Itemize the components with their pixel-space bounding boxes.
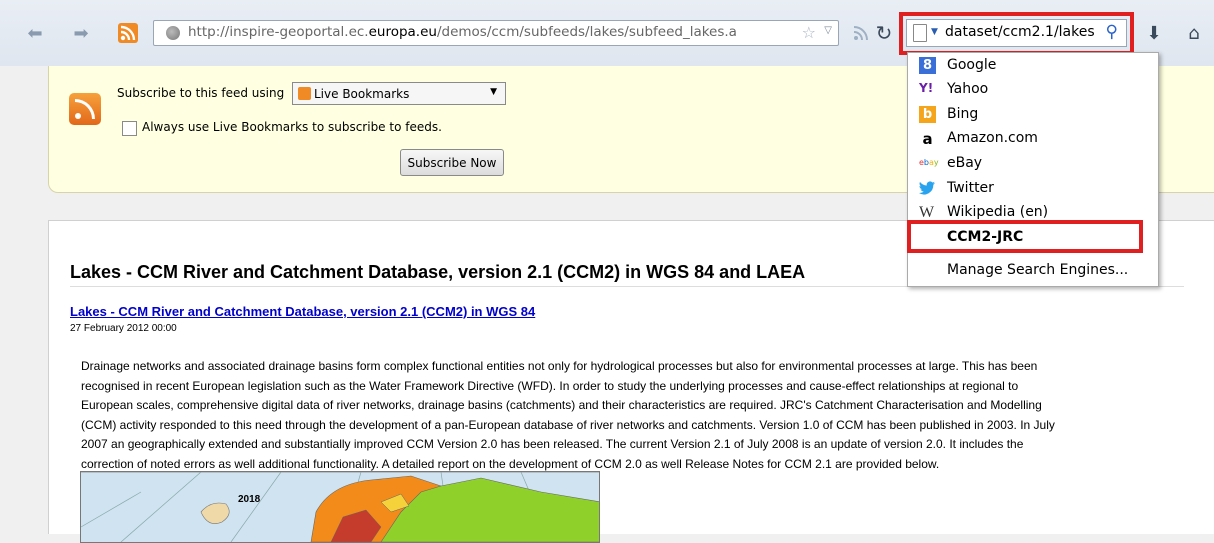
subscribe-label: Subscribe to this feed using xyxy=(117,86,285,100)
home-icon[interactable]: ⌂ xyxy=(1183,22,1205,44)
body-line: European scales, comprehensive digital d… xyxy=(81,398,1042,413)
reader-select-value: Live Bookmarks xyxy=(314,87,410,101)
body-line: recognised in recent European legislatio… xyxy=(81,378,1019,393)
article-body: Drainage networks and associated drainag… xyxy=(81,357,1191,475)
twitter-icon xyxy=(919,180,936,197)
subscribe-now-button[interactable]: Subscribe Now xyxy=(400,149,504,176)
star-icon[interactable]: ☆ xyxy=(802,23,816,42)
ebay-icon: ebay xyxy=(919,158,939,167)
map-label: 2018 xyxy=(238,494,261,505)
always-use-checkbox[interactable] xyxy=(122,121,137,136)
rss-icon[interactable] xyxy=(117,22,139,44)
yahoo-icon: Y! xyxy=(919,81,934,95)
reader-select[interactable]: Live Bookmarks ▼ xyxy=(292,82,506,105)
highlight-box-ccm2 xyxy=(907,220,1143,253)
amazon-icon: a xyxy=(922,130,933,148)
chevron-down-icon[interactable]: ▽ xyxy=(824,25,832,36)
body-line: Drainage networks and associated drainag… xyxy=(81,359,1038,373)
menu-item-manage-search-engines[interactable]: Manage Search Engines... xyxy=(908,259,1158,283)
menu-item-twitter[interactable]: Twitter xyxy=(908,177,1158,201)
article-date: 27 February 2012 00:00 xyxy=(70,323,177,334)
always-use-label: Always use Live Bookmarks to subscribe t… xyxy=(142,120,442,134)
forward-icon[interactable]: ➡ xyxy=(70,22,92,44)
rss-icon xyxy=(69,93,101,125)
menu-item-google[interactable]: 8 Google xyxy=(908,54,1158,78)
menu-item-ebay[interactable]: ebay eBay xyxy=(908,152,1158,176)
chevron-down-icon: ▼ xyxy=(490,87,497,97)
url-bar[interactable]: http://inspire-geoportal.ec.europa.eu/de… xyxy=(153,20,839,46)
bing-icon: b xyxy=(919,106,936,123)
reload-icon[interactable]: ↻ xyxy=(873,21,895,45)
url-text[interactable]: http://inspire-geoportal.ec.europa.eu/de… xyxy=(188,24,737,40)
feed-icon[interactable] xyxy=(850,22,872,44)
globe-icon xyxy=(166,26,180,40)
download-icon[interactable]: ⬇ xyxy=(1143,22,1165,44)
highlight-box-search xyxy=(899,12,1134,55)
menu-item-amazon[interactable]: a Amazon.com xyxy=(908,127,1158,151)
menu-item-yahoo[interactable]: Y! Yahoo xyxy=(908,78,1158,102)
body-line: 2007 an geographically extended and subs… xyxy=(81,437,1024,452)
google-icon: 8 xyxy=(919,57,936,74)
back-icon[interactable]: ⬅ xyxy=(24,22,46,44)
body-line: (CCM) activity responded to this need th… xyxy=(81,417,1055,432)
wikipedia-icon: W xyxy=(919,204,935,221)
page-title: Lakes - CCM River and Catchment Database… xyxy=(70,262,806,282)
menu-item-bing[interactable]: b Bing xyxy=(908,103,1158,127)
map-image: 2018 xyxy=(80,471,600,543)
article-link[interactable]: Lakes - CCM River and Catchment Database… xyxy=(70,304,535,319)
rss-icon xyxy=(298,87,311,100)
